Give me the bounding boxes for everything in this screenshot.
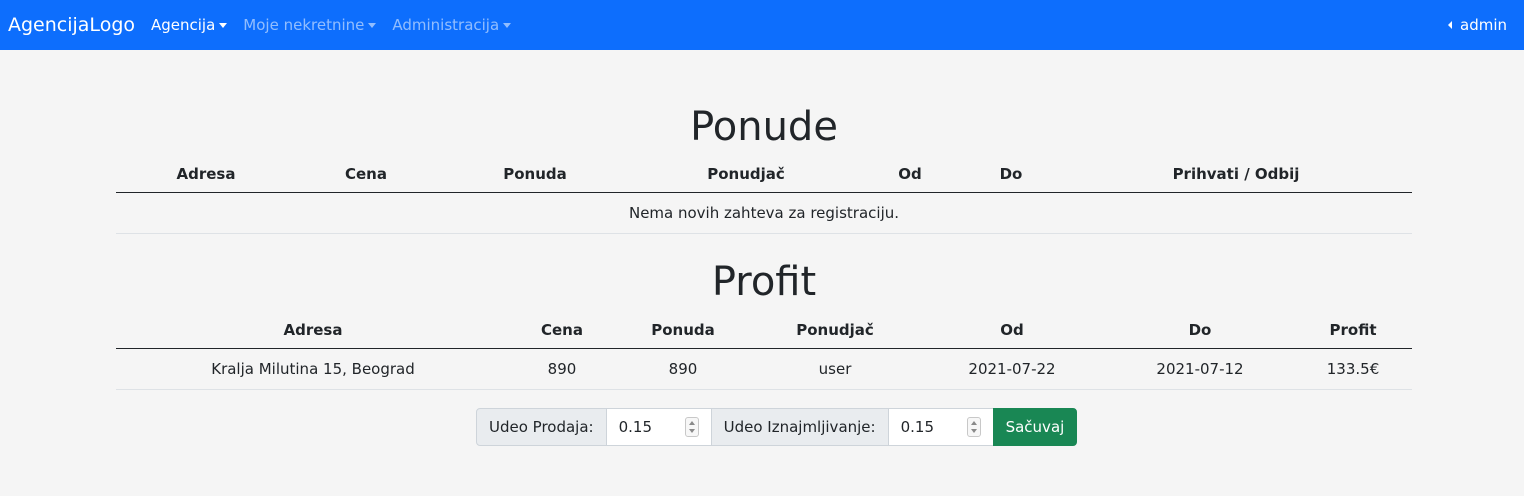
cell-profit: 133.5€ (1294, 348, 1412, 390)
column-header-adresa: Adresa (116, 312, 510, 349)
udeo-prodaja-label: Udeo Prodaja: (476, 408, 607, 446)
column-header-ponudjac: Ponudjač (752, 312, 918, 349)
nav-item-label: Agencija (151, 16, 216, 34)
column-header-cena: Cena (296, 156, 436, 193)
ponude-title: Ponude (690, 104, 838, 150)
column-header-prihvati-odbij: Prihvati / Odbij (1060, 156, 1412, 193)
nav-item-label: Administracija (392, 16, 500, 34)
cell-do: 2021-07-12 (1106, 348, 1294, 390)
nav-item-agencija[interactable]: Agencija (151, 16, 228, 34)
spin-down-icon (688, 428, 695, 433)
udeo-form: Udeo Prodaja: 0.15 Udeo Iznajmljivanje: … (476, 408, 1078, 446)
ponude-table: Adresa Cena Ponuda Ponudjač Od Do Prihva… (116, 156, 1412, 234)
empty-message: Nema novih zahteva za registraciju. (116, 192, 1412, 234)
profit-title: Profit (711, 259, 817, 305)
udeo-prodaja-input[interactable]: 0.15 (606, 408, 711, 446)
column-header-profit: Profit (1294, 312, 1412, 349)
cell-adresa: Kralja Milutina 15, Beograd (116, 348, 510, 390)
profit-section: Profit Adresa Cena Ponuda Ponudjač Od Do… (116, 258, 1412, 390)
nav-item-moje-nekretnine[interactable]: Moje nekretnine (243, 16, 377, 34)
column-header-ponuda: Ponuda (614, 312, 752, 349)
udeo-iznajmljivanje-value: 0.15 (900, 418, 934, 436)
udeo-prodaja-value: 0.15 (618, 418, 653, 436)
profit-table: Adresa Cena Ponuda Ponudjač Od Do Profit… (116, 312, 1412, 390)
caret-down-icon (368, 22, 377, 28)
table-row: Kralja Milutina 15, Beograd 890 890 user… (116, 348, 1412, 390)
table-header-row: Adresa Cena Ponuda Ponudjač Od Do Prihva… (116, 156, 1412, 193)
save-button[interactable]: Sačuvaj (992, 408, 1078, 446)
column-header-do: Do (962, 156, 1060, 193)
spin-up-icon (970, 421, 977, 426)
user-menu[interactable]: admin (1448, 0, 1507, 50)
nav-item-label: Moje nekretnine (243, 16, 365, 34)
column-header-od: Od (918, 312, 1106, 349)
cell-od: 2021-07-22 (918, 348, 1106, 390)
cell-ponuda: 890 (614, 348, 752, 390)
user-name: admin (1460, 16, 1507, 34)
brand-logo[interactable]: AgencijaLogo (8, 14, 135, 36)
column-header-do: Do (1106, 312, 1294, 349)
column-header-adresa: Adresa (116, 156, 296, 193)
caret-left-icon (1448, 21, 1452, 29)
table-header-row: Adresa Cena Ponuda Ponudjač Od Do Profit (116, 312, 1412, 349)
udeo-iznajmljivanje-input[interactable]: 0.15 (888, 408, 993, 446)
caret-down-icon (503, 22, 512, 28)
cell-cena: 890 (510, 348, 614, 390)
spin-down-icon (970, 428, 977, 433)
column-header-od: Od (858, 156, 962, 193)
cell-ponudjac: user (752, 348, 918, 390)
caret-down-icon (219, 22, 228, 28)
udeo-iznajmljivanje-label: Udeo Iznajmljivanje: (710, 408, 889, 446)
column-header-ponuda: Ponuda (436, 156, 634, 193)
table-row: Nema novih zahteva za registraciju. (116, 192, 1412, 234)
column-header-ponudjac: Ponudjač (634, 156, 858, 193)
ponude-section: Ponude Adresa Cena Ponuda Ponudjač Od Do… (116, 103, 1412, 234)
navbar: AgencijaLogo Agencija Moje nekretnine Ad… (0, 0, 1524, 50)
column-header-cena: Cena (510, 312, 614, 349)
nav-item-administracija[interactable]: Administracija (392, 16, 512, 34)
number-spinner-icon[interactable] (684, 417, 699, 437)
number-spinner-icon[interactable] (966, 417, 981, 437)
spin-up-icon (688, 421, 695, 426)
